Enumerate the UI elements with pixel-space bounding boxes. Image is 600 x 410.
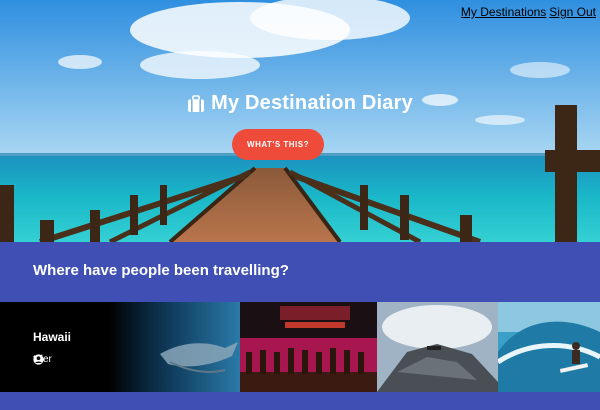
site-title: My Destination Diary [211,92,413,114]
destination-card-image [0,302,240,392]
destination-cards: Hawaii tyler [0,302,600,392]
suitcase-icon [188,94,205,112]
site-brand: My Destination Diary [0,92,600,115]
destination-card-image [240,302,377,392]
user-circle-icon [33,354,44,365]
destination-card-hawaii[interactable]: Hawaii tyler [0,302,240,392]
my-destinations-link[interactable]: My Destinations [461,5,546,19]
destination-card-image [498,302,600,392]
destination-card-4[interactable] [498,302,600,392]
destination-card-2[interactable] [240,302,377,392]
hero-banner: My Destinations Sign Out My Destination … [0,0,600,242]
sign-out-link[interactable]: Sign Out [549,5,596,19]
hero-background-image [0,0,600,242]
destination-name: Hawaii [33,330,72,344]
top-nav: My Destinations Sign Out [461,5,596,19]
whats-this-button[interactable]: WHAT'S THIS? [232,129,324,160]
section-heading: Where have people been travelling? [33,262,289,279]
destination-card-3[interactable] [377,302,498,392]
destination-card-image [377,302,498,392]
destination-author: tyler [33,354,52,365]
